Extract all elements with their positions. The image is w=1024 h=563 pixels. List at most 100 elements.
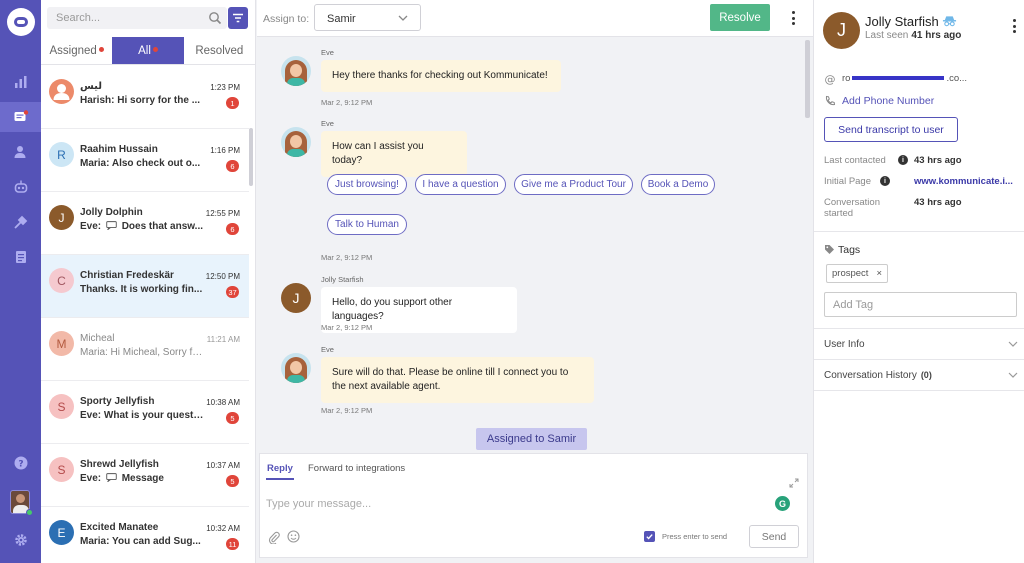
section-conversation-history[interactable]: Conversation History (0): [824, 370, 932, 381]
enter-to-send-checkbox[interactable]: [644, 531, 655, 542]
send-button[interactable]: Send: [749, 525, 799, 548]
initial-page-link[interactable]: www.kommunicate.i...: [914, 176, 1022, 187]
anonymous-user-icon: [943, 16, 957, 27]
bot-avatar: [281, 56, 311, 86]
analytics-icon[interactable]: [0, 67, 41, 97]
conversation-item[interactable]: R Raahim Hussain Maria: Also check out o…: [41, 129, 249, 192]
emoji-icon[interactable]: [287, 530, 300, 543]
help-icon[interactable]: ?: [0, 448, 41, 478]
detail-label: Last contacted: [824, 155, 886, 166]
filter-button[interactable]: [228, 7, 248, 29]
contact-options-icon[interactable]: [1011, 19, 1017, 33]
attachment-icon[interactable]: [268, 531, 280, 544]
conversation-name: Christian Fredeskär: [80, 270, 174, 281]
resolve-button[interactable]: Resolve: [710, 4, 770, 31]
conversation-preview: Maria: You can add Sug...: [80, 536, 201, 547]
assignment-notice: Assigned to Samir: [476, 428, 587, 450]
remove-tag-icon[interactable]: ×: [876, 268, 882, 279]
unread-count-badge: 6: [226, 160, 239, 172]
detail-label: Initial Page: [824, 176, 872, 187]
contact-name-row: Jolly Starfish: [865, 14, 957, 29]
email-at-icon: @: [825, 73, 836, 85]
users-icon[interactable]: [0, 137, 41, 167]
quick-reply-button[interactable]: Talk to Human: [327, 214, 407, 235]
message-timestamp: Mar 2, 9:12 PM: [321, 98, 373, 107]
info-icon[interactable]: i: [880, 176, 890, 186]
conversation-time: 1:16 PM: [210, 146, 240, 155]
message-bubble: Hey there thanks for checking out Kommun…: [321, 60, 561, 92]
enter-to-send-label: Press enter to send: [662, 532, 728, 541]
search-placeholder: Search...: [56, 12, 101, 24]
message-timestamp: Mar 2, 9:12 PM: [321, 406, 373, 415]
bot-icon[interactable]: [0, 172, 41, 202]
svg-text:?: ?: [18, 460, 23, 470]
tab-resolved[interactable]: Resolved: [184, 37, 255, 64]
avatar: M: [49, 331, 74, 356]
divider: [814, 328, 1024, 329]
reply-box: Reply Forward to integrations Type your …: [259, 453, 808, 558]
bot-avatar: [281, 127, 311, 157]
kommunicate-logo-icon[interactable]: [7, 8, 35, 36]
message-input[interactable]: Type your message...: [266, 498, 371, 510]
quick-reply-button[interactable]: I have a question: [415, 174, 506, 195]
conversation-started-value: 43 hrs ago: [914, 197, 962, 208]
more-options-icon[interactable]: [790, 11, 796, 25]
conversation-name: Jolly Dolphin: [80, 207, 143, 218]
tab-reply[interactable]: Reply: [267, 463, 293, 474]
expand-icon[interactable]: [789, 478, 799, 488]
section-user-info[interactable]: User Info: [824, 339, 865, 350]
unread-count-badge: 5: [226, 475, 239, 487]
quick-reply-button[interactable]: Just browsing!: [327, 174, 407, 195]
conversation-item[interactable]: M Micheal Maria: Hi Micheal, Sorry fo...…: [41, 318, 249, 381]
conversation-item[interactable]: ليس Harish: Hi sorry for the ... 1:23 PM…: [41, 66, 249, 129]
contact-avatar: J: [823, 12, 860, 49]
unread-dot: [98, 47, 104, 52]
assignee-value: Samir: [327, 13, 356, 25]
conversation-preview: Eve: Message: [80, 473, 164, 484]
assignee-dropdown[interactable]: Samir: [314, 4, 421, 31]
integrations-icon[interactable]: [0, 207, 41, 237]
search-icon[interactable]: [208, 11, 222, 25]
quick-reply-button[interactable]: Book a Demo: [641, 174, 715, 195]
chevron-down-icon: [398, 15, 408, 21]
message-bubble: Sure will do that. Please be online till…: [321, 357, 594, 403]
send-transcript-button[interactable]: Send transcript to user: [824, 117, 958, 142]
chevron-down-icon[interactable]: [1008, 341, 1018, 347]
message-timestamp: Mar 2, 9:12 PM: [321, 253, 373, 262]
tags-title: Tags: [838, 244, 861, 256]
conversation-item[interactable]: J Jolly Dolphin Eve: Does that answ... 1…: [41, 192, 249, 255]
conversation-time: 10:38 AM: [206, 398, 240, 407]
conversation-item[interactable]: S Shrewd Jellyfish Eve: Message 10:37 AM…: [41, 444, 249, 507]
settings-gear-icon[interactable]: [0, 525, 41, 555]
message-bubble: How can I assist you today?: [321, 131, 467, 177]
chat-scrollbar[interactable]: [805, 40, 810, 118]
conversation-item[interactable]: S Sporty Jellyfish Eve: What is your que…: [41, 381, 249, 444]
tab-forward-integrations[interactable]: Forward to integrations: [308, 463, 405, 474]
chat-thread: Eve Hey there thanks for checking out Ko…: [257, 37, 813, 453]
conversation-tabs: Assigned All Resolved: [41, 37, 255, 65]
avatar: R: [49, 142, 74, 167]
reports-icon[interactable]: [0, 242, 41, 272]
avatar: C: [49, 268, 74, 293]
quick-reply-button[interactable]: Give me a Product Tour: [514, 174, 633, 195]
tab-assigned[interactable]: Assigned: [41, 37, 112, 64]
tab-all[interactable]: All: [112, 37, 184, 64]
add-tag-input[interactable]: Add Tag: [824, 292, 1017, 317]
conversation-name: Raahim Hussain: [80, 144, 158, 155]
info-icon[interactable]: i: [898, 155, 908, 165]
conversations-icon[interactable]: [0, 102, 41, 132]
search-input[interactable]: Search...: [47, 7, 227, 29]
unread-count-badge: 1: [226, 97, 239, 109]
grammarly-icon[interactable]: G: [775, 496, 790, 511]
conversation-item-selected[interactable]: C Christian Fredeskär Thanks. It is work…: [41, 255, 249, 318]
message-bubble-icon: [106, 221, 117, 231]
conversation-item[interactable]: E Excited Manatee Maria: You can add Sug…: [41, 507, 249, 563]
list-scrollbar[interactable]: [249, 128, 253, 186]
add-phone-link[interactable]: Add Phone Number: [842, 95, 934, 107]
last-contacted-value: 43 hrs ago: [914, 155, 962, 166]
conversation-preview: Maria: Hi Micheal, Sorry fo...: [80, 347, 204, 358]
chevron-down-icon[interactable]: [1008, 372, 1018, 378]
conversation-name: Micheal: [80, 333, 115, 344]
avatar: S: [49, 394, 74, 419]
unread-count-badge: 37: [226, 286, 239, 298]
